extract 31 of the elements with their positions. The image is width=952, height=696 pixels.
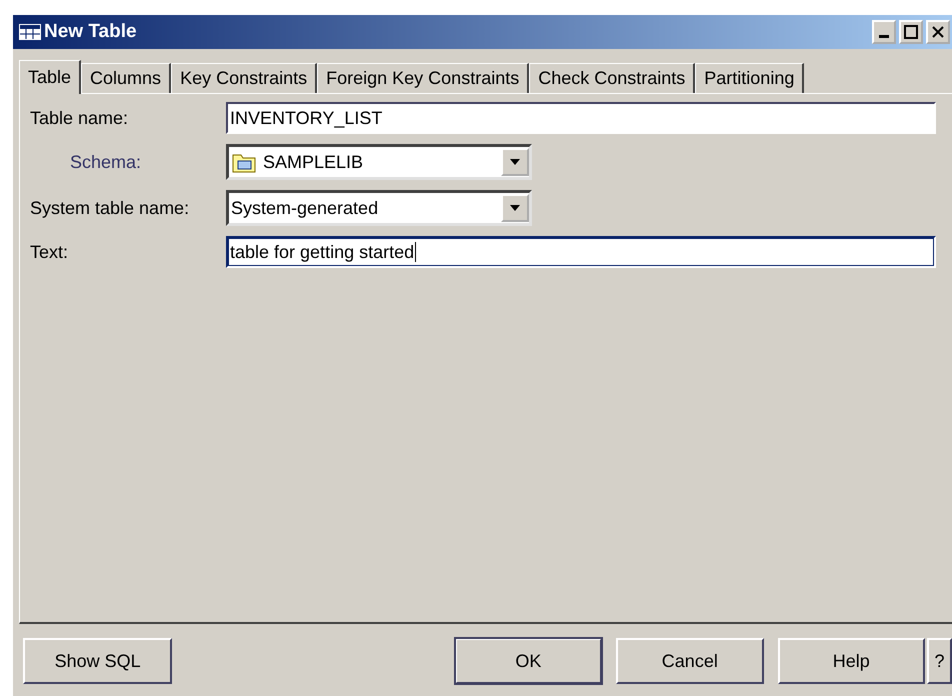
minimize-button[interactable] (872, 20, 896, 44)
tab[interactable]: Columns (81, 63, 172, 93)
down-arrow-icon (509, 158, 521, 166)
text-field[interactable]: table for getting started (226, 236, 936, 268)
close-icon (932, 26, 944, 38)
dropdown-button[interactable] (501, 194, 529, 222)
tab[interactable]: Partitioning (695, 63, 804, 93)
field-label: Schema: (69, 152, 142, 172)
field-label: Table name: (30, 108, 130, 128)
dialog-button[interactable]: Cancel (616, 638, 764, 684)
dropdown-button[interactable] (501, 148, 529, 176)
tab[interactable]: Check Constraints (529, 63, 696, 93)
tab[interactable]: Table (19, 60, 82, 94)
field-label: Text: (30, 242, 70, 262)
show-sql-button[interactable]: Show SQL (23, 638, 172, 684)
dialog-button[interactable]: OK (454, 638, 602, 684)
dropdown-field[interactable]: System-generated (226, 190, 532, 226)
down-arrow-icon (509, 204, 521, 212)
tab[interactable]: Foreign Key Constraints (317, 63, 530, 93)
minimize-icon (879, 34, 889, 38)
tab[interactable]: Key Constraints (171, 63, 318, 93)
maximize-icon (904, 25, 918, 39)
text-field[interactable]: INVENTORY_LIST (226, 102, 936, 134)
table-icon (19, 24, 41, 40)
field-label: System table name: (30, 198, 190, 218)
dropdown-field[interactable]: SAMPLELIB (226, 144, 532, 180)
maximize-button[interactable] (899, 20, 923, 44)
close-button[interactable] (926, 20, 950, 44)
window-title: New Table (44, 21, 138, 43)
dialog-button[interactable]: Help (778, 638, 925, 684)
help-question-button[interactable]: ? (926, 638, 952, 684)
